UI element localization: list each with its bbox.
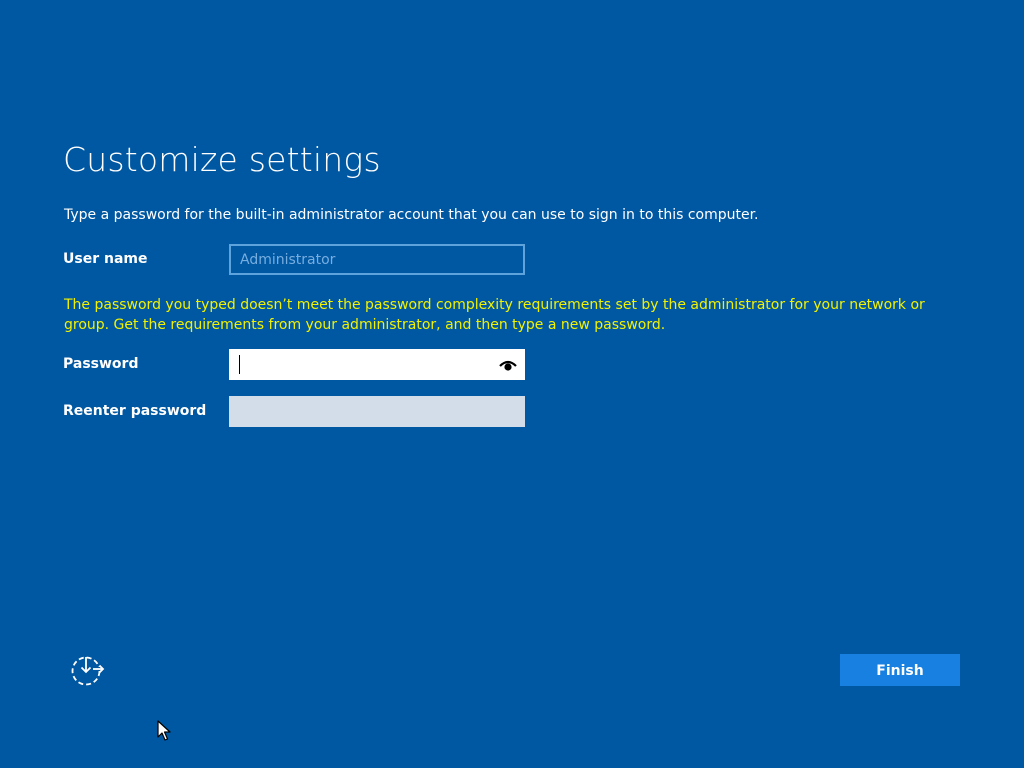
finish-button[interactable]: Finish <box>840 654 960 686</box>
instruction-text: Type a password for the built-in adminis… <box>64 207 759 223</box>
setup-screen: Customize settings Type a password for t… <box>0 0 1024 768</box>
password-field[interactable] <box>229 349 525 380</box>
password-error-message: The password you typed doesn’t meet the … <box>64 297 925 333</box>
mouse-cursor-icon <box>157 720 171 741</box>
ease-of-access-icon[interactable] <box>70 655 106 687</box>
username-field: Administrator <box>229 244 525 275</box>
page-title: Customize settings <box>63 140 381 179</box>
reenter-password-label: Reenter password <box>63 403 207 419</box>
eye-icon[interactable] <box>499 358 517 372</box>
password-label: Password <box>63 356 139 372</box>
username-label: User name <box>63 251 148 267</box>
text-caret <box>239 355 240 374</box>
reenter-password-field[interactable] <box>229 396 525 427</box>
